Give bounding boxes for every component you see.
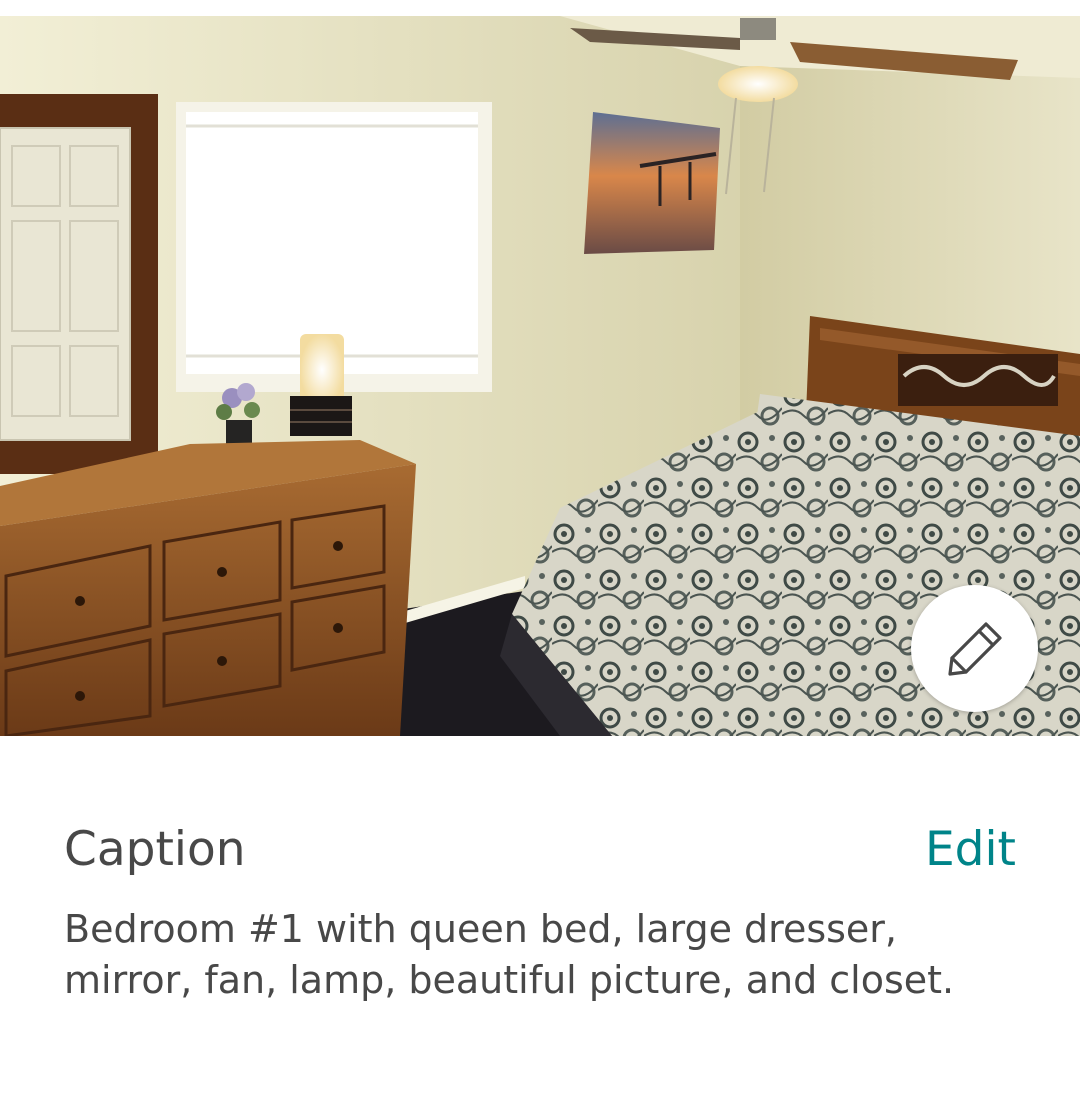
listing-photo[interactable] xyxy=(0,16,1080,736)
caption-header: Caption Edit xyxy=(64,818,1016,888)
pencil-icon xyxy=(947,621,1002,676)
photo-detail-screen: Caption Edit Bedroom #1 with queen bed, … xyxy=(0,0,1080,1106)
caption-title: Caption xyxy=(64,822,246,877)
edit-caption-link[interactable]: Edit xyxy=(925,818,1016,882)
caption-text: Bedroom #1 with queen bed, large dresser… xyxy=(64,907,955,1002)
edit-photo-button[interactable] xyxy=(911,585,1038,712)
